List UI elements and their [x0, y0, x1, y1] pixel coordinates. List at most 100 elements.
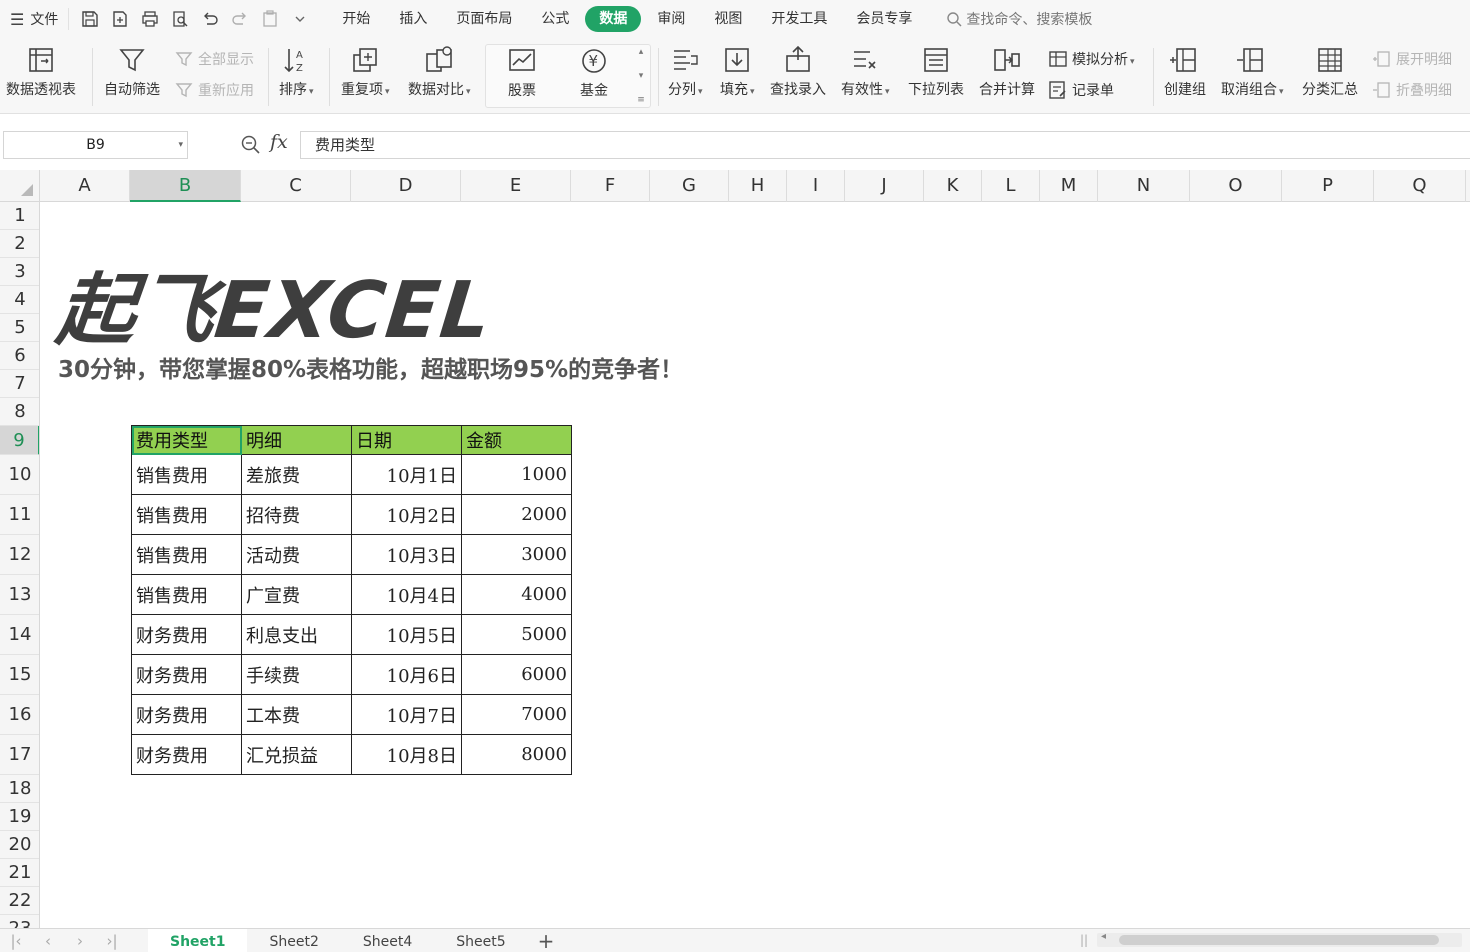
chevron-down-icon[interactable]: ▾: [639, 71, 644, 81]
row-header-10[interactable]: 10: [0, 455, 39, 495]
column-header-k[interactable]: K: [924, 170, 982, 202]
table-cell[interactable]: 3000: [461, 534, 572, 575]
show-detail-button[interactable]: 展开明细: [1372, 49, 1452, 69]
row-header-5[interactable]: 5: [0, 314, 39, 342]
row-header-11[interactable]: 11: [0, 495, 39, 535]
column-header-p[interactable]: P: [1282, 170, 1374, 202]
row-header-12[interactable]: 12: [0, 535, 39, 575]
ungroup-button[interactable]: 取消组合: [1221, 44, 1284, 100]
redo-button[interactable]: [227, 7, 253, 31]
column-header-l[interactable]: L: [982, 170, 1040, 202]
autofilter-button[interactable]: 自动筛选: [104, 44, 160, 100]
row-header-23[interactable]: 23: [0, 915, 39, 928]
fund-button[interactable]: ¥ 基金: [578, 45, 610, 101]
insert-function-button[interactable]: fx: [270, 131, 288, 153]
column-header-g[interactable]: G: [650, 170, 729, 202]
table-cell[interactable]: 7000: [461, 694, 572, 735]
table-cell[interactable]: 招待费: [241, 494, 352, 535]
column-header-e[interactable]: E: [461, 170, 571, 202]
tab-2[interactable]: 页面布局: [443, 6, 525, 32]
customize-qat-button[interactable]: [287, 7, 313, 31]
select-all-corner[interactable]: [0, 170, 40, 202]
table-cell[interactable]: 2000: [461, 494, 572, 535]
show-all-button[interactable]: 全部显示: [174, 49, 254, 69]
tab-3[interactable]: 公式: [528, 6, 582, 32]
table-header-cell[interactable]: 金额: [461, 425, 572, 455]
table-cell[interactable]: 财务费用: [131, 694, 242, 735]
zoom-formula-icon[interactable]: [240, 134, 262, 156]
table-cell[interactable]: 10月4日: [351, 574, 462, 615]
table-header-cell[interactable]: 明细: [241, 425, 352, 455]
table-cell[interactable]: 活动费: [241, 534, 352, 575]
print-button[interactable]: [137, 7, 163, 31]
column-header-i[interactable]: I: [787, 170, 845, 202]
column-header-b[interactable]: B: [130, 170, 241, 202]
table-cell[interactable]: 5000: [461, 614, 572, 655]
column-header-o[interactable]: O: [1190, 170, 1282, 202]
tab-0[interactable]: 开始: [329, 6, 383, 32]
chevron-down-icon[interactable]: ▾: [178, 132, 183, 158]
first-sheet-button[interactable]: |‹: [0, 932, 32, 950]
tab-7[interactable]: 开发工具: [758, 6, 840, 32]
dropdown-list-button[interactable]: 下拉列表: [908, 44, 964, 100]
table-cell[interactable]: 财务费用: [131, 654, 242, 695]
data-compare-button[interactable]: 数据对比: [408, 44, 471, 100]
add-sheet-button[interactable]: +: [528, 929, 565, 952]
row-header-2[interactable]: 2: [0, 230, 39, 258]
row-header-1[interactable]: 1: [0, 202, 39, 230]
save-button[interactable]: [77, 7, 103, 31]
column-header-f[interactable]: F: [571, 170, 650, 202]
stock-button[interactable]: 股票: [506, 45, 538, 101]
text-to-columns-button[interactable]: 分列: [668, 44, 703, 100]
last-sheet-button[interactable]: ›|: [96, 932, 128, 950]
record-form-button[interactable]: 记录单: [1048, 80, 1114, 100]
table-cell[interactable]: 销售费用: [131, 574, 242, 615]
reapply-button[interactable]: 重新应用: [174, 80, 254, 100]
undo-button[interactable]: [197, 7, 223, 31]
table-header-cell[interactable]: 日期: [351, 425, 462, 455]
row-header-19[interactable]: 19: [0, 803, 39, 831]
print-preview-button[interactable]: [167, 7, 193, 31]
row-header-9[interactable]: 9: [0, 426, 39, 455]
lookup-entry-button[interactable]: 查找录入: [770, 44, 826, 100]
gallery-scroll[interactable]: ▴ ▾ ≡: [634, 47, 648, 105]
horizontal-scrollbar[interactable]: ◂: [1097, 931, 1462, 947]
column-header-j[interactable]: J: [845, 170, 924, 202]
gallery-expand-icon[interactable]: ≡: [637, 95, 645, 105]
what-if-analysis-button[interactable]: 模拟分析: [1048, 49, 1135, 69]
tab-6[interactable]: 视图: [701, 6, 755, 32]
table-header-cell[interactable]: 费用类型: [131, 425, 242, 455]
column-header-q[interactable]: Q: [1374, 170, 1466, 202]
table-cell[interactable]: 销售费用: [131, 454, 242, 495]
table-cell[interactable]: 汇兑损益: [241, 734, 352, 775]
row-header-15[interactable]: 15: [0, 655, 39, 695]
row-header-22[interactable]: 22: [0, 887, 39, 915]
format-painter-button[interactable]: [257, 7, 283, 31]
column-header-h[interactable]: H: [729, 170, 787, 202]
scroll-left-icon[interactable]: ◂: [1101, 931, 1106, 942]
table-cell[interactable]: 10月7日: [351, 694, 462, 735]
table-cell[interactable]: 利息支出: [241, 614, 352, 655]
row-header-18[interactable]: 18: [0, 775, 39, 803]
table-cell[interactable]: 工本费: [241, 694, 352, 735]
table-cell[interactable]: 1000: [461, 454, 572, 495]
file-menu-button[interactable]: ☰ 文件: [0, 0, 68, 38]
table-cell[interactable]: 手续费: [241, 654, 352, 695]
tab-8[interactable]: 会员专享: [843, 6, 925, 32]
row-header-6[interactable]: 6: [0, 342, 39, 370]
sheet-canvas[interactable]: 起飞EXCEL 30分钟，带您掌握80%表格功能，超越职场95%的竞争者！ 费用…: [40, 202, 1470, 928]
name-box[interactable]: B9 ▾: [3, 131, 188, 159]
table-cell[interactable]: 10月6日: [351, 654, 462, 695]
data-validation-button[interactable]: 有效性: [841, 44, 890, 100]
sheet-tab-2[interactable]: Sheet2: [247, 929, 340, 952]
table-cell[interactable]: 10月3日: [351, 534, 462, 575]
row-header-8[interactable]: 8: [0, 398, 39, 426]
sheet-tab-3[interactable]: Sheet4: [341, 929, 434, 952]
fill-button[interactable]: 填充: [720, 44, 755, 100]
create-group-button[interactable]: 创建组: [1164, 44, 1206, 100]
tab-1[interactable]: 插入: [386, 6, 440, 32]
pivot-table-button[interactable]: 数据透视表: [6, 44, 76, 100]
column-header-m[interactable]: M: [1040, 170, 1098, 202]
row-header-17[interactable]: 17: [0, 735, 39, 775]
column-header-n[interactable]: N: [1098, 170, 1190, 202]
